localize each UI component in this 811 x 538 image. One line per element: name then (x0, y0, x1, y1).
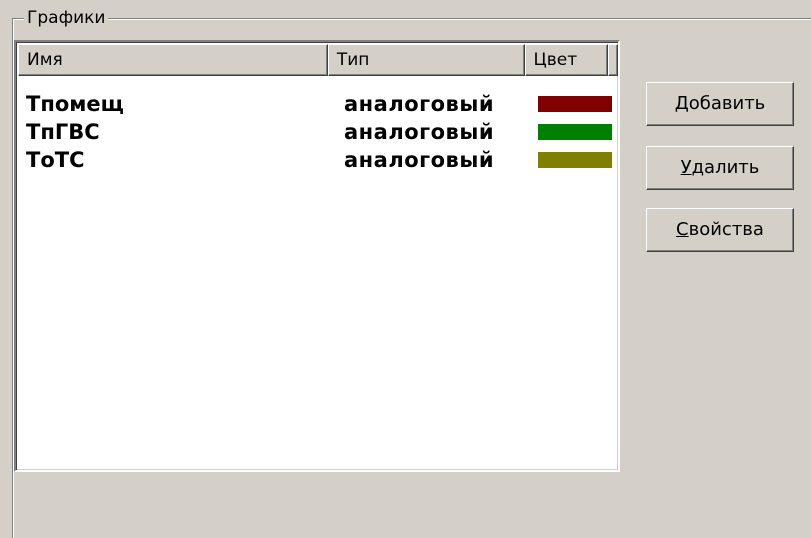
graph-type: аналоговый (344, 120, 495, 144)
list-item[interactable]: ТпГВС аналоговый (18, 118, 618, 146)
graph-color-cell (538, 152, 618, 168)
graph-name: ТпГВС (26, 120, 100, 144)
column-header-filler (608, 44, 618, 76)
graph-name: Тпомещ (26, 92, 124, 116)
column-header-color[interactable]: Цвет (524, 44, 608, 76)
graphs-list[interactable]: Имя Тип Цвет Тпомещ аналоговый ТпГВС ана… (14, 40, 620, 472)
delete-button[interactable]: Удалить (646, 146, 794, 190)
delete-button-label: далить (691, 157, 760, 178)
properties-button-label: войства (688, 219, 764, 240)
list-rows: Тпомещ аналоговый ТпГВС аналоговый ТоТС … (18, 90, 618, 174)
delete-button-mnemonic: У (680, 157, 692, 178)
graph-name: ТоТС (26, 148, 85, 172)
add-button-label: обавить (688, 93, 766, 114)
groupbox-title: Графики (24, 8, 109, 28)
graph-color-cell (538, 124, 618, 140)
color-swatch (538, 124, 612, 140)
graph-type: аналоговый (344, 92, 495, 116)
add-button-mnemonic: Д (674, 93, 689, 114)
color-swatch (538, 152, 612, 168)
properties-button[interactable]: Свойства (646, 208, 794, 252)
add-button[interactable]: Добавить (646, 82, 794, 126)
column-header-name[interactable]: Имя (18, 44, 328, 76)
list-header: Имя Тип Цвет (18, 44, 618, 76)
list-item[interactable]: ТоТС аналоговый (18, 146, 618, 174)
graph-type: аналоговый (344, 148, 495, 172)
column-header-type[interactable]: Тип (327, 44, 525, 76)
properties-button-mnemonic: С (676, 219, 689, 240)
graph-color-cell (538, 96, 618, 112)
color-swatch (538, 96, 612, 112)
list-item[interactable]: Тпомещ аналоговый (18, 90, 618, 118)
